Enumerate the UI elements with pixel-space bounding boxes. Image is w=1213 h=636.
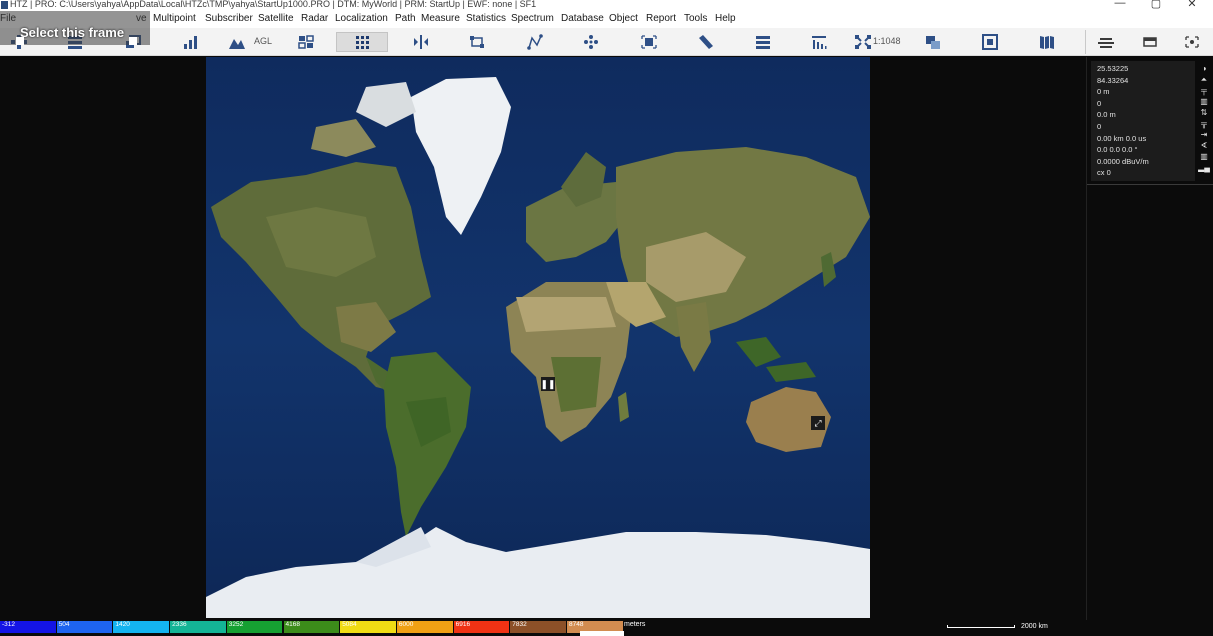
- htz-application-window: HTZ | PRO: C:\Users\yahya\AppData\Local\…: [0, 0, 1213, 636]
- distance-icon[interactable]: ⇥: [1197, 129, 1211, 140]
- readout-line: 84.33264: [1097, 75, 1129, 85]
- split-horizontal-icon[interactable]: [410, 32, 432, 52]
- grid-view-icon[interactable]: [336, 32, 388, 52]
- overlap-window-icon[interactable]: [922, 32, 944, 52]
- agl-label[interactable]: AGL: [254, 36, 272, 46]
- menu-item[interactable]: Help: [715, 13, 736, 24]
- legend-swatch: 6916: [453, 621, 511, 633]
- ruler-icon[interactable]: [695, 32, 717, 52]
- panel-toggle-icon[interactable]: [1139, 32, 1161, 52]
- contrast-icon[interactable]: ◑: [1197, 63, 1211, 74]
- menu-item[interactable]: Tools: [684, 13, 707, 24]
- legend-swatch: 2336: [170, 621, 227, 633]
- title-bar: HTZ | PRO: C:\Users\yahya\AppData\Local\…: [0, 0, 1213, 11]
- close-button[interactable]: ✕: [1177, 0, 1207, 10]
- readout-line: 0: [1097, 122, 1102, 131]
- map-pause-icon[interactable]: ❚❚: [540, 377, 556, 391]
- readout-line: 0: [1097, 98, 1102, 108]
- menu-item[interactable]: Localization: [335, 13, 388, 24]
- readout-line: 0 m: [1097, 87, 1110, 97]
- map-book-icon[interactable]: [1036, 32, 1058, 52]
- toolbar: AGL 1:1048: [0, 28, 1213, 56]
- route-points-icon[interactable]: [524, 32, 546, 52]
- legend-unit: meters: [624, 621, 646, 628]
- bar-chart-icon[interactable]: [179, 32, 201, 52]
- legend-swatch: -312: [0, 621, 57, 633]
- legend-cursor-chip: [580, 631, 624, 636]
- legend-swatch: 3252: [226, 621, 284, 633]
- map-scale-readout: 1:1048: [873, 36, 901, 46]
- readout-line: 25.53225: [1097, 64, 1129, 73]
- menu-item[interactable]: Path: [395, 13, 416, 24]
- legend-swatch: 504: [56, 621, 114, 633]
- menu-item[interactable]: Database: [561, 13, 604, 24]
- signal-bars-icon[interactable]: [808, 32, 830, 52]
- select-frame-overlay[interactable]: Select this frame: [0, 11, 150, 45]
- toolbar-separator: [1085, 30, 1086, 54]
- scale-bar: [947, 625, 1015, 628]
- menu-item[interactable]: Measure: [421, 13, 460, 24]
- menu-item[interactable]: Report: [646, 13, 676, 24]
- fit-extent-icon[interactable]: [852, 32, 874, 52]
- readout-line: 0.0000 dBuV/m: [1097, 156, 1149, 166]
- legend-swatch: 1420: [113, 621, 171, 633]
- menu-item[interactable]: Subscriber: [205, 13, 253, 24]
- panel-icon-column: ◑ ⏶ ╤ ▥ ⇅ ╦ ⇥ ∢ ▥ ▂▄: [1197, 63, 1211, 173]
- menu-item[interactable]: Satellite: [258, 13, 294, 24]
- app-icon: [1, 1, 8, 9]
- align-lines-icon[interactable]: [1095, 32, 1117, 52]
- window-title: HTZ | PRO: C:\Users\yahya\AppData\Local\…: [10, 0, 537, 9]
- grid-select-icon[interactable]: [295, 32, 317, 52]
- scatter-icon[interactable]: [580, 32, 602, 52]
- menu-item[interactable]: Multipoint: [153, 13, 196, 24]
- field-strength-icon[interactable]: ▥: [1197, 151, 1211, 162]
- readout-line: cx 0: [1097, 168, 1111, 178]
- menu-item[interactable]: Object: [609, 13, 638, 24]
- sort-icon[interactable]: ⇅: [1197, 107, 1211, 118]
- legend-swatch: 4168: [283, 621, 341, 633]
- list-view-icon[interactable]: [752, 32, 774, 52]
- menu-bar: FileveMultipointSubscriberSatelliteRadar…: [0, 11, 1213, 28]
- antenna-icon[interactable]: ╤: [1197, 85, 1211, 96]
- menu-item[interactable]: Radar: [301, 13, 328, 24]
- panel-divider: [1087, 184, 1213, 185]
- menu-item[interactable]: Spectrum: [511, 13, 554, 24]
- world-map-image[interactable]: [206, 57, 870, 618]
- up-arrow-icon[interactable]: ⏶: [1197, 74, 1211, 85]
- crosshair-icon[interactable]: [1181, 32, 1203, 52]
- maximize-button[interactable]: ▢: [1141, 0, 1171, 10]
- readout-line: 0.0 m: [1097, 110, 1116, 120]
- legend-swatch: 7832: [510, 621, 567, 633]
- minimize-button[interactable]: —: [1105, 0, 1135, 9]
- pin-icon[interactable]: ╦: [1197, 118, 1211, 129]
- legend-swatch: 6000: [396, 621, 454, 633]
- menu-item[interactable]: Statistics: [466, 13, 506, 24]
- signal-icon[interactable]: ▂▄: [1197, 162, 1211, 173]
- terrain-icon[interactable]: [226, 32, 248, 52]
- map-fullscreen-icon[interactable]: ⤢: [811, 416, 825, 430]
- overlay-decoration: [16, 37, 137, 45]
- world-map-view[interactable]: ❚❚ ⤢: [206, 57, 870, 618]
- columns-icon[interactable]: ▥: [1197, 96, 1211, 107]
- readout-line: 0.0 0.0 0.0 °: [1097, 145, 1138, 155]
- info-panel: 25.53225 84.33264 0 m 0 0.0 m 0 0.00 km 0.0 us…: [1086, 57, 1213, 627]
- coordinate-readout-box: 25.53225 84.33264 0 m 0 0.0 m 0 0.00 km 0.0 us…: [1091, 61, 1195, 181]
- path-endpoints-icon[interactable]: [466, 32, 488, 52]
- frame-icon[interactable]: [979, 32, 1001, 52]
- scale-bar-label: 2000 km: [1021, 623, 1048, 630]
- readout-line: 0.00 km 0.0 us: [1097, 133, 1147, 143]
- angle-icon[interactable]: ∢: [1197, 140, 1211, 151]
- focus-target-icon[interactable]: [638, 32, 660, 52]
- legend-swatch: 5084: [340, 621, 397, 633]
